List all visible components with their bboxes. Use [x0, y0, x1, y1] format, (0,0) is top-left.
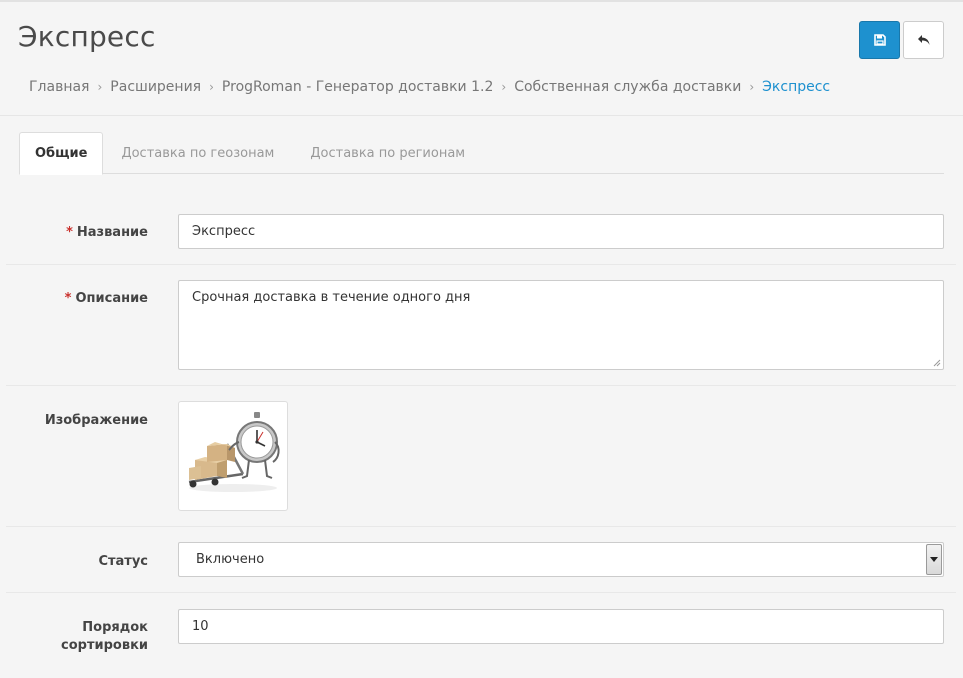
breadcrumb-separator: › [749, 80, 755, 94]
page-title: Экспресс [18, 20, 156, 53]
back-button[interactable] [903, 21, 944, 59]
description-textarea-value: Срочная доставка в течение одного дня [192, 290, 471, 305]
required-marker: * [66, 225, 73, 240]
image-label: Изображение [44, 413, 148, 428]
image-thumbnail[interactable] [178, 401, 288, 511]
row-divider [6, 264, 956, 265]
name-label: * Название [0, 224, 148, 242]
breadcrumb: Главная › Расширения › ProgRoman - Генер… [29, 79, 830, 95]
tab-geozones[interactable]: Доставка по геозонам [103, 132, 292, 174]
sort-order-label-line1: Порядок [82, 620, 148, 635]
tab-general[interactable]: Общие [19, 132, 104, 175]
breadcrumb-module[interactable]: ProgRoman - Генератор доставки 1.2 [222, 79, 493, 95]
caret-down-icon [930, 557, 938, 562]
row-divider [6, 526, 956, 527]
reply-arrow-icon [917, 35, 929, 45]
sort-order-label: Порядок сортировки [0, 619, 148, 655]
sort-order-input-value: 10 [192, 619, 209, 634]
breadcrumb-home[interactable]: Главная [29, 79, 89, 95]
status-label: Статус [98, 554, 148, 569]
description-label: * Описание [0, 290, 148, 308]
floppy-disk-icon [873, 34, 886, 46]
save-button[interactable] [859, 21, 900, 59]
tab-bar: Общие Доставка по геозонам Доставка по р… [19, 132, 944, 175]
sort-order-label-line2: сортировки [61, 638, 148, 653]
tab-regions[interactable]: Доставка по регионам [292, 132, 483, 174]
page-header: Экспресс Главная › Расширения › ProgRoma… [0, 2, 963, 116]
required-marker: * [64, 291, 72, 306]
name-input[interactable]: Экспресс [178, 214, 944, 249]
row-divider [6, 385, 956, 386]
sort-order-input[interactable]: 10 [178, 609, 944, 644]
description-label-text: Описание [75, 291, 148, 306]
description-textarea[interactable]: Срочная доставка в течение одного дня [178, 280, 944, 370]
breadcrumb-current[interactable]: Экспресс [762, 79, 830, 95]
status-select[interactable]: Включено [178, 542, 944, 577]
breadcrumb-own-service[interactable]: Собственная служба доставки [514, 79, 741, 95]
delivery-stopwatch-image [188, 412, 280, 492]
breadcrumb-separator: › [97, 80, 103, 94]
row-divider [6, 592, 956, 593]
status-select-value: Включено [196, 552, 265, 567]
breadcrumb-separator: › [501, 80, 507, 94]
resize-grip-icon[interactable] [932, 358, 941, 367]
breadcrumb-separator: › [209, 80, 214, 94]
breadcrumb-extensions[interactable]: Расширения [110, 79, 201, 95]
name-input-value: Экспресс [192, 224, 256, 239]
select-arrow-button[interactable] [926, 544, 942, 575]
name-label-text: Название [76, 225, 148, 240]
